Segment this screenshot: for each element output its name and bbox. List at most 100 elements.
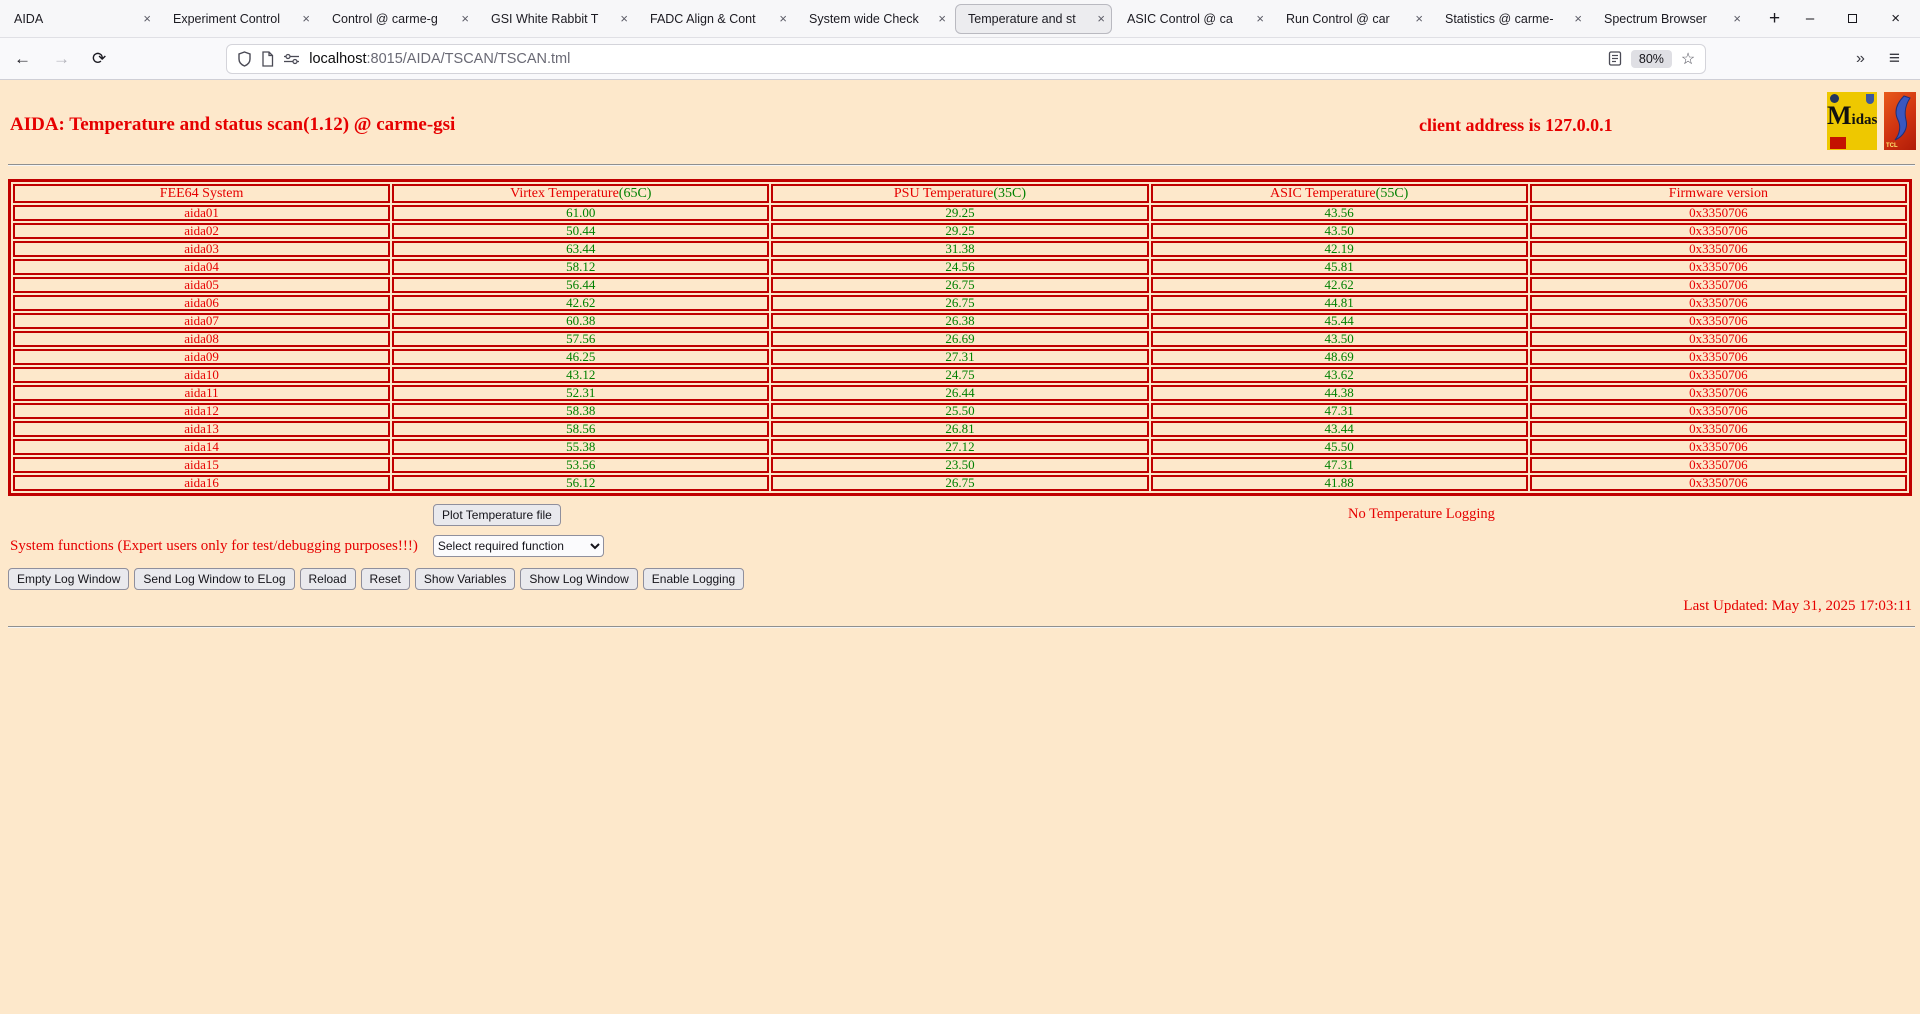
page-icon[interactable]: [261, 51, 274, 67]
temperature-logging-status: No Temperature Logging: [1348, 506, 1495, 523]
new-tab-button[interactable]: +: [1763, 8, 1786, 30]
psu-temperature-cell: 26.38: [771, 313, 1148, 329]
log-action-button[interactable]: Reload: [300, 568, 356, 590]
shield-icon[interactable]: [237, 51, 252, 67]
psu-temperature-cell: 29.25: [771, 223, 1148, 239]
zoom-level-indicator[interactable]: 80%: [1631, 50, 1672, 68]
tab-label: Experiment Control: [173, 12, 298, 26]
tab-label: Temperature and st: [968, 12, 1093, 26]
browser-tab[interactable]: Statistics @ carme- ×: [1432, 4, 1589, 34]
psu-temperature-cell: 26.75: [771, 277, 1148, 293]
table-row: aida09 46.25 27.31 48.69 0x3350706: [13, 349, 1907, 365]
table-row: aida16 56.12 26.75 41.88 0x3350706: [13, 475, 1907, 491]
firmware-version-cell: 0x3350706: [1530, 331, 1907, 347]
horizontal-rule-top: [8, 164, 1915, 166]
log-action-button[interactable]: Reset: [361, 568, 410, 590]
tab-close-icon[interactable]: ×: [461, 11, 469, 26]
tab-close-icon[interactable]: ×: [1097, 11, 1105, 26]
toolbar-right: » ≡: [1856, 48, 1906, 70]
midas-logo[interactable]: Midas: [1827, 92, 1877, 150]
fee64-system-cell: aida07: [13, 313, 390, 329]
browser-tab[interactable]: ASIC Control @ ca ×: [1114, 4, 1271, 34]
virtex-temperature-cell: 58.38: [392, 403, 769, 419]
reader-mode-icon[interactable]: [1608, 51, 1622, 66]
window-controls: – ×: [1806, 11, 1900, 26]
psu-temperature-cell: 26.69: [771, 331, 1148, 347]
asic-temperature-cell: 47.31: [1151, 457, 1528, 473]
back-button[interactable]: ←: [14, 49, 31, 69]
psu-temperature-cell: 26.75: [771, 295, 1148, 311]
bookmark-star-icon[interactable]: ☆: [1681, 49, 1695, 69]
overflow-menu-icon[interactable]: »: [1856, 50, 1863, 68]
tab-close-icon[interactable]: ×: [779, 11, 787, 26]
browser-tab[interactable]: AIDA ×: [1, 4, 158, 34]
log-action-button[interactable]: Enable Logging: [643, 568, 744, 590]
firmware-version-cell: 0x3350706: [1530, 241, 1907, 257]
psu-temperature-cell: 26.75: [771, 475, 1148, 491]
reload-button[interactable]: ⟳: [92, 49, 106, 69]
virtex-temperature-cell: 61.00: [392, 205, 769, 221]
forward-button[interactable]: →: [53, 49, 70, 69]
tcl-tk-logo[interactable]: TCL: [1884, 92, 1916, 150]
minimize-button[interactable]: –: [1806, 11, 1814, 26]
log-action-button[interactable]: Show Log Window: [520, 568, 637, 590]
browser-tab[interactable]: GSI White Rabbit T ×: [478, 4, 635, 34]
table-row: aida03 63.44 31.38 42.19 0x3350706: [13, 241, 1907, 257]
tab-label: AIDA: [14, 12, 139, 26]
tab-close-icon[interactable]: ×: [1415, 11, 1423, 26]
asic-temperature-cell: 41.88: [1151, 475, 1528, 491]
tab-close-icon[interactable]: ×: [1256, 11, 1264, 26]
navigation-toolbar: ← → ⟳ localhost:8015/AIDA/TSCAN/TSCAN.tm…: [0, 38, 1920, 80]
log-action-button[interactable]: Show Variables: [415, 568, 516, 590]
table-row: aida05 56.44 26.75 42.62 0x3350706: [13, 277, 1907, 293]
fee64-system-cell: aida15: [13, 457, 390, 473]
tab-close-icon[interactable]: ×: [1574, 11, 1582, 26]
maximize-button[interactable]: [1848, 14, 1857, 23]
log-action-button[interactable]: Empty Log Window: [8, 568, 129, 590]
tab-close-icon[interactable]: ×: [620, 11, 628, 26]
virtex-temperature-cell: 50.44: [392, 223, 769, 239]
horizontal-rule-bottom: [8, 626, 1915, 628]
browser-tab[interactable]: FADC Align & Cont ×: [637, 4, 794, 34]
firmware-version-cell: 0x3350706: [1530, 403, 1907, 419]
browser-tab[interactable]: Spectrum Browser ×: [1591, 4, 1748, 34]
url-bar[interactable]: localhost:8015/AIDA/TSCAN/TSCAN.tml 80% …: [226, 44, 1706, 74]
browser-tab[interactable]: System wide Check ×: [796, 4, 953, 34]
virtex-temperature-cell: 56.12: [392, 475, 769, 491]
table-row: aida06 42.62 26.75 44.81 0x3350706: [13, 295, 1907, 311]
function-select[interactable]: Select required function: [433, 535, 604, 557]
table-row: aida12 58.38 25.50 47.31 0x3350706: [13, 403, 1907, 419]
app-menu-icon[interactable]: ≡: [1889, 48, 1900, 70]
virtex-temperature-cell: 58.12: [392, 259, 769, 275]
url-text[interactable]: localhost:8015/AIDA/TSCAN/TSCAN.tml: [309, 51, 570, 67]
psu-temperature-cell: 25.50: [771, 403, 1148, 419]
virtex-temperature-cell: 57.56: [392, 331, 769, 347]
window-close-button[interactable]: ×: [1891, 11, 1900, 26]
asic-temperature-cell: 48.69: [1151, 349, 1528, 365]
browser-tab[interactable]: Run Control @ car ×: [1273, 4, 1430, 34]
column-header: FEE64 System: [13, 184, 390, 203]
site-permissions-icon[interactable]: [283, 53, 300, 65]
tab-label: Statistics @ carme-: [1445, 12, 1570, 26]
log-action-button[interactable]: Send Log Window to ELog: [134, 568, 294, 590]
fee64-system-cell: aida16: [13, 475, 390, 491]
plot-temperature-file-button[interactable]: Plot Temperature file: [433, 504, 561, 526]
tab-close-icon[interactable]: ×: [302, 11, 310, 26]
tab-close-icon[interactable]: ×: [938, 11, 946, 26]
psu-temperature-cell: 27.12: [771, 439, 1148, 455]
asic-temperature-cell: 45.44: [1151, 313, 1528, 329]
firmware-version-cell: 0x3350706: [1530, 457, 1907, 473]
browser-tab[interactable]: Temperature and st ×: [955, 4, 1112, 34]
tab-close-icon[interactable]: ×: [143, 11, 151, 26]
browser-tab[interactable]: Experiment Control ×: [160, 4, 317, 34]
virtex-temperature-cell: 52.31: [392, 385, 769, 401]
firmware-version-cell: 0x3350706: [1530, 277, 1907, 293]
fee64-system-cell: aida14: [13, 439, 390, 455]
fee64-system-cell: aida10: [13, 367, 390, 383]
firmware-version-cell: 0x3350706: [1530, 313, 1907, 329]
browser-tab[interactable]: Control @ carme-g ×: [319, 4, 476, 34]
fee64-system-cell: aida13: [13, 421, 390, 437]
virtex-temperature-cell: 56.44: [392, 277, 769, 293]
column-header: ASIC Temperature(55C): [1151, 184, 1528, 203]
tab-close-icon[interactable]: ×: [1733, 11, 1741, 26]
